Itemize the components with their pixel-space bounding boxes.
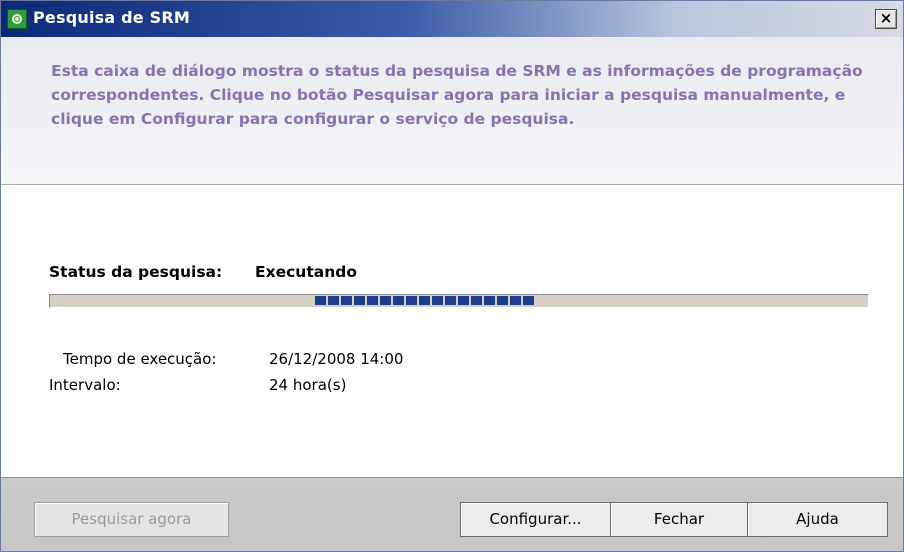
progress-block [419,296,430,305]
progress-block [445,296,456,305]
window-title: Pesquisa de SRM [33,8,190,27]
title-bar[interactable]: Pesquisa de SRM × [1,1,903,37]
progress-block [315,296,326,305]
button-bar: Pesquisar agora Configurar... Fechar Aju… [1,477,903,551]
srm-search-dialog: Pesquisa de SRM × Esta caixa de diálogo … [0,0,904,552]
progress-block [393,296,404,305]
search-now-button[interactable]: Pesquisar agora [34,502,229,537]
status-value: Executando [255,263,357,281]
status-label: Status da pesquisa: [49,263,223,281]
progress-block [523,296,534,305]
close-icon[interactable]: × [875,9,897,29]
progress-block [432,296,443,305]
header-description: Esta caixa de diálogo mostra o status da… [51,62,863,128]
progress-block [367,296,378,305]
progress-block [380,296,391,305]
progress-block [354,296,365,305]
header-panel: Esta caixa de diálogo mostra o status da… [1,37,903,185]
progress-block [458,296,469,305]
interval-label: Intervalo: [49,376,121,394]
execution-time-value: 26/12/2008 14:00 [269,350,404,368]
progress-block [471,296,482,305]
interval-value: 24 hora(s) [269,376,347,394]
search-progress-bar [49,294,869,308]
progress-block [341,296,352,305]
srm-search-icon [7,9,27,29]
progress-marquee [315,296,534,305]
close-button[interactable]: Fechar [610,502,748,537]
progress-block [497,296,508,305]
configure-button[interactable]: Configurar... [460,502,611,537]
execution-time-label: Tempo de execução: [63,350,217,368]
help-button[interactable]: Ajuda [747,502,888,537]
progress-block [328,296,339,305]
progress-block [484,296,495,305]
progress-block [510,296,521,305]
progress-block [406,296,417,305]
